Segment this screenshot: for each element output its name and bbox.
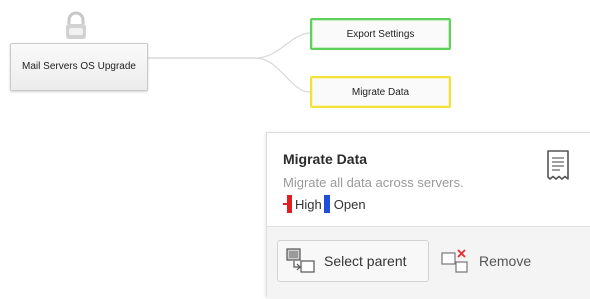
card-title: Migrate Data [283,151,368,167]
status-label: Open [333,196,366,212]
card-actions: Select parent Remove [267,226,590,299]
card-body: Migrate Data Migrate all data across ser… [267,133,590,225]
remove-button[interactable]: Remove [437,240,547,282]
root-node-label: Mail Servers OS Upgrade [22,61,136,72]
remove-label: Remove [479,253,532,269]
node-export-settings[interactable]: Export Settings [310,18,451,50]
status-marker [323,195,330,213]
card-description: Migrate all data across servers. [283,175,464,190]
node-export-settings-label: Export Settings [346,28,415,40]
remove-icon [441,249,468,273]
document-icon [547,150,569,180]
node-migrate-data[interactable]: Migrate Data [310,76,451,108]
connector-migrate-data [148,57,311,93]
connector-export-settings [148,32,311,59]
node-migrate-data-label: Migrate Data [351,86,410,98]
select-parent-icon [286,248,315,273]
select-parent-button[interactable]: Select parent [277,240,429,282]
card-meta: High Open [283,195,366,213]
select-parent-label: Select parent [324,253,407,269]
priority-bar [287,195,292,213]
node-details-card: Migrate Data Migrate all data across ser… [266,132,590,299]
root-node[interactable]: Mail Servers OS Upgrade [10,43,148,91]
priority-label: High [295,196,322,212]
priority-marker [283,195,293,213]
lock-icon [66,11,86,39]
